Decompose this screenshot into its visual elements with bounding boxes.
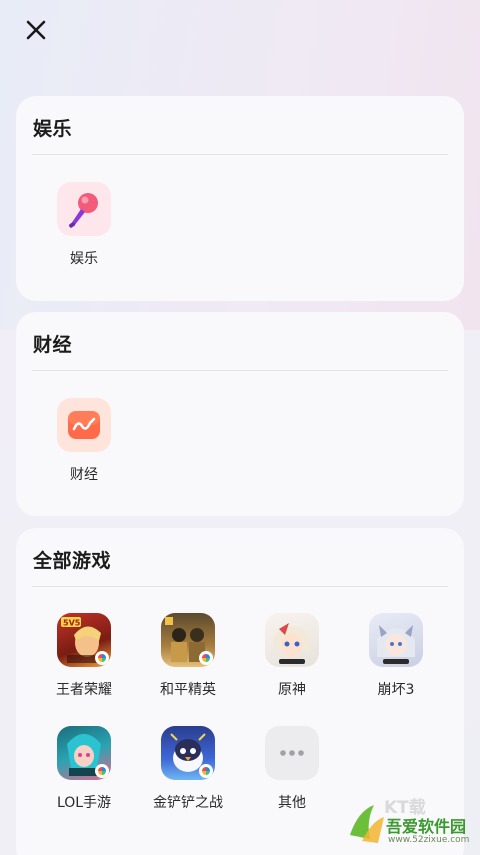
divider — [32, 370, 448, 371]
svg-text:5V5: 5V5 — [63, 619, 81, 628]
tile-entertainment[interactable]: 娱乐 — [32, 182, 136, 268]
golden-spatula-icon — [161, 726, 215, 780]
tile-honor-of-kings[interactable]: 5V5 王者荣耀 — [32, 613, 136, 699]
close-icon — [26, 20, 46, 40]
honkai3-icon — [369, 613, 423, 667]
tile-label: 财经 — [70, 467, 98, 483]
divider — [32, 154, 448, 155]
tile-label: 和平精英 — [160, 682, 216, 698]
divider — [32, 586, 448, 587]
entertainment-title: 娱乐 — [33, 118, 73, 140]
tencent-badge-icon — [199, 651, 213, 665]
tile-label: 王者荣耀 — [56, 682, 112, 698]
tile-honkai3[interactable]: 崩坏3 — [344, 613, 448, 699]
games-title: 全部游戏 — [33, 550, 112, 572]
tile-label: 金铲铲之战 — [153, 795, 223, 811]
tile-golden-spatula[interactable]: 金铲铲之战 — [136, 726, 240, 812]
tencent-badge-icon — [95, 651, 109, 665]
tile-label: 其他 — [278, 795, 306, 811]
tencent-badge-icon — [199, 764, 213, 778]
tile-other[interactable]: 其他 — [240, 726, 344, 812]
watermark-title: 吾爱软件园 — [386, 817, 467, 836]
tencent-badge-icon — [95, 764, 109, 778]
finance-title: 财经 — [33, 334, 73, 356]
tile-finance[interactable]: 财经 — [32, 398, 136, 484]
tile-genshin[interactable]: 原神 — [240, 613, 344, 699]
chart-wave-icon — [57, 398, 111, 452]
tile-label: 崩坏3 — [377, 682, 415, 698]
watermark-url: www.52zixue.com — [388, 835, 470, 845]
more-dots-icon — [265, 726, 319, 780]
game-for-peace-icon — [161, 613, 215, 667]
microphone-icon — [57, 182, 111, 236]
tile-label: 原神 — [278, 682, 306, 698]
finance-card: 财经 财经 — [16, 312, 464, 516]
watermark-logo: KT载 吾爱软件园 www.52zixue.com — [344, 791, 474, 851]
tile-label: LOL手游 — [56, 795, 112, 811]
tile-lol-mobile[interactable]: LOL手游 — [32, 726, 136, 812]
genshin-icon — [265, 613, 319, 667]
tile-game-for-peace[interactable]: 和平精英 — [136, 613, 240, 699]
tile-label: 娱乐 — [70, 251, 98, 267]
honor-of-kings-icon: 5V5 — [57, 613, 111, 667]
lol-mobile-icon — [57, 726, 111, 780]
entertainment-card: 娱乐 娱乐 — [16, 96, 464, 301]
close-button[interactable] — [20, 14, 52, 46]
